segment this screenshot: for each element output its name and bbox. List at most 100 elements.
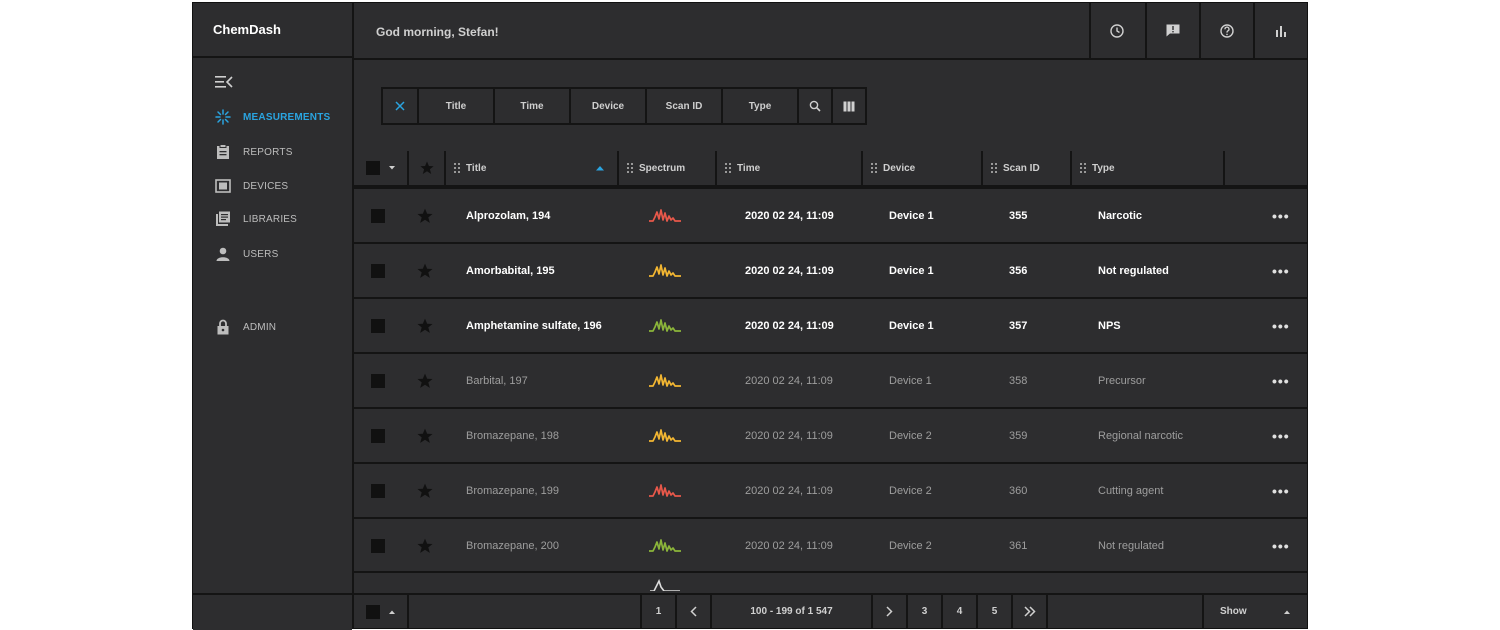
row-scan-id: 357	[1009, 319, 1028, 332]
row-title[interactable]: Bromazepane, 199	[466, 464, 559, 517]
sidebar-item-admin[interactable]: ADMIN	[193, 315, 352, 339]
column-header-scan-id[interactable]: Scan ID	[983, 151, 1070, 185]
star-icon[interactable]	[417, 483, 433, 499]
star-icon[interactable]	[417, 538, 433, 554]
page-4-button[interactable]: 4	[943, 595, 976, 628]
caret-down-icon[interactable]	[388, 165, 396, 171]
sidebar-item-reports[interactable]: REPORTS	[193, 140, 352, 164]
clear-filters-button[interactable]	[383, 89, 417, 123]
select-all-checkbox[interactable]	[354, 151, 407, 185]
help-button[interactable]	[1199, 3, 1253, 58]
column-header-type[interactable]: Type	[1072, 151, 1223, 185]
column-header-time[interactable]: Time	[717, 151, 861, 185]
page-last-button[interactable]	[1013, 595, 1046, 628]
row-checkbox[interactable]	[371, 428, 385, 443]
row-more-button[interactable]: •••	[1272, 519, 1290, 572]
table-row[interactable]: Amphetamine sulfate, 196 2020 02 24, 11:0…	[354, 297, 1307, 350]
table-row[interactable]: Amorbabital, 195 2020 02 24, 11:09 Device …	[354, 242, 1307, 295]
drag-handle-icon[interactable]	[725, 163, 731, 173]
sidebar-item-devices[interactable]: DEVICES	[193, 174, 352, 198]
row-title[interactable]: Bromazepane, 198	[466, 409, 559, 462]
page-prev-button[interactable]	[677, 595, 710, 628]
page-5-button[interactable]: 5	[978, 595, 1011, 628]
favorite-column-header[interactable]	[409, 151, 444, 185]
drag-handle-icon[interactable]	[991, 163, 997, 173]
sort-ascending-icon[interactable]	[595, 165, 605, 171]
row-favorite-cell	[417, 464, 433, 517]
search-button[interactable]	[799, 89, 831, 123]
spectrum-sparkline	[649, 374, 681, 387]
row-more-button[interactable]: •••	[1272, 299, 1290, 352]
filter-title-button[interactable]: Title	[419, 89, 493, 123]
top-header: God morning, Stefan!	[354, 3, 1307, 58]
more-icon: •••	[1272, 317, 1290, 334]
row-more-button[interactable]: •••	[1272, 464, 1290, 517]
row-checkbox[interactable]	[371, 373, 385, 388]
row-time: 2020 02 24, 11:09	[745, 319, 834, 332]
sidebar-item-label: USERS	[243, 248, 279, 260]
row-time: 2020 02 24, 11:09	[745, 484, 833, 497]
stats-button[interactable]	[1253, 3, 1307, 58]
row-device: Device 1	[889, 319, 934, 332]
star-icon[interactable]	[417, 428, 433, 444]
drag-handle-icon[interactable]	[871, 163, 877, 173]
star-icon[interactable]	[417, 263, 433, 279]
row-more-button[interactable]: •••	[1272, 244, 1290, 297]
row-type: NPS	[1098, 319, 1121, 332]
filter-type-button[interactable]: Type	[723, 89, 797, 123]
row-more-button[interactable]: •••	[1272, 409, 1290, 462]
row-title[interactable]: Amphetamine sulfate, 196	[466, 299, 602, 352]
row-more-button[interactable]: •••	[1272, 354, 1290, 407]
column-header-device[interactable]: Device	[863, 151, 981, 185]
column-header-title[interactable]: Title	[446, 151, 617, 185]
row-type: Precursor	[1098, 374, 1146, 387]
column-header-spectrum[interactable]: Spectrum	[619, 151, 715, 185]
table-row[interactable]: Bromazepane, 199 2020 02 24, 11:09 Device …	[354, 462, 1307, 515]
filter-scan-id-button[interactable]: Scan ID	[647, 89, 721, 123]
page-first-button[interactable]: 1	[642, 595, 675, 628]
drag-handle-icon[interactable]	[454, 163, 460, 173]
caret-up-icon[interactable]	[388, 609, 396, 615]
collapse-menu-icon[interactable]	[215, 75, 233, 89]
filter-time-button[interactable]: Time	[495, 89, 569, 123]
feedback-button[interactable]	[1145, 3, 1199, 58]
filter-device-button[interactable]: Device	[571, 89, 645, 123]
footer-select-all[interactable]	[354, 595, 407, 628]
row-title[interactable]: Amorbabital, 195	[466, 244, 555, 297]
drag-handle-icon[interactable]	[627, 163, 633, 173]
columns-button[interactable]	[833, 89, 865, 123]
star-icon[interactable]	[417, 208, 433, 224]
star-icon[interactable]	[417, 373, 433, 389]
sidebar-item-libraries[interactable]: LIBRARIES	[193, 207, 352, 231]
row-title[interactable]: Bromazepane, 200	[466, 519, 559, 572]
row-more-button[interactable]: •••	[1272, 189, 1290, 242]
table-row[interactable]: Bromazepane, 198 2020 02 24, 11:09 Device …	[354, 407, 1307, 460]
sidebar-item-users[interactable]: USERS	[193, 242, 352, 266]
drag-handle-icon[interactable]	[1080, 163, 1086, 173]
sidebar-item-measurements[interactable]: MEASUREMENTS	[193, 105, 352, 129]
sidebar: ChemDash MEASUREMENTS REPORTS DEVICES LI…	[193, 3, 352, 630]
row-title[interactable]: Barbital, 197	[466, 354, 528, 407]
row-checkbox[interactable]	[371, 483, 385, 498]
checkbox[interactable]	[365, 604, 380, 619]
row-checkbox[interactable]	[371, 208, 385, 223]
row-title[interactable]: Alprozolam, 194	[466, 189, 550, 242]
table-header: Title Spectrum Time Device Scan ID Type	[354, 151, 1307, 187]
spectrum-sparkline	[649, 429, 681, 442]
row-favorite-cell	[417, 244, 433, 297]
row-select-cell	[371, 299, 385, 352]
column-header-actions	[1225, 151, 1307, 185]
page-next-button[interactable]	[873, 595, 906, 628]
table-row[interactable]: Bromazepane, 200 2020 02 24, 11:09 Device …	[354, 517, 1307, 570]
row-checkbox[interactable]	[371, 263, 385, 278]
row-checkbox[interactable]	[371, 318, 385, 333]
star-icon[interactable]	[417, 318, 433, 334]
row-checkbox[interactable]	[371, 538, 385, 553]
checkbox[interactable]	[365, 161, 380, 175]
show-rows-select[interactable]: Show	[1204, 595, 1307, 628]
table-row[interactable]: Alprozolam, 194 2020 02 24, 11:09 Device 1…	[354, 187, 1307, 240]
page-3-button[interactable]: 3	[908, 595, 941, 628]
table-row[interactable]: Barbital, 197 2020 02 24, 11:09 Device 1 35…	[354, 352, 1307, 405]
row-time: 2020 02 24, 11:09	[745, 209, 834, 222]
history-button[interactable]	[1089, 3, 1143, 58]
